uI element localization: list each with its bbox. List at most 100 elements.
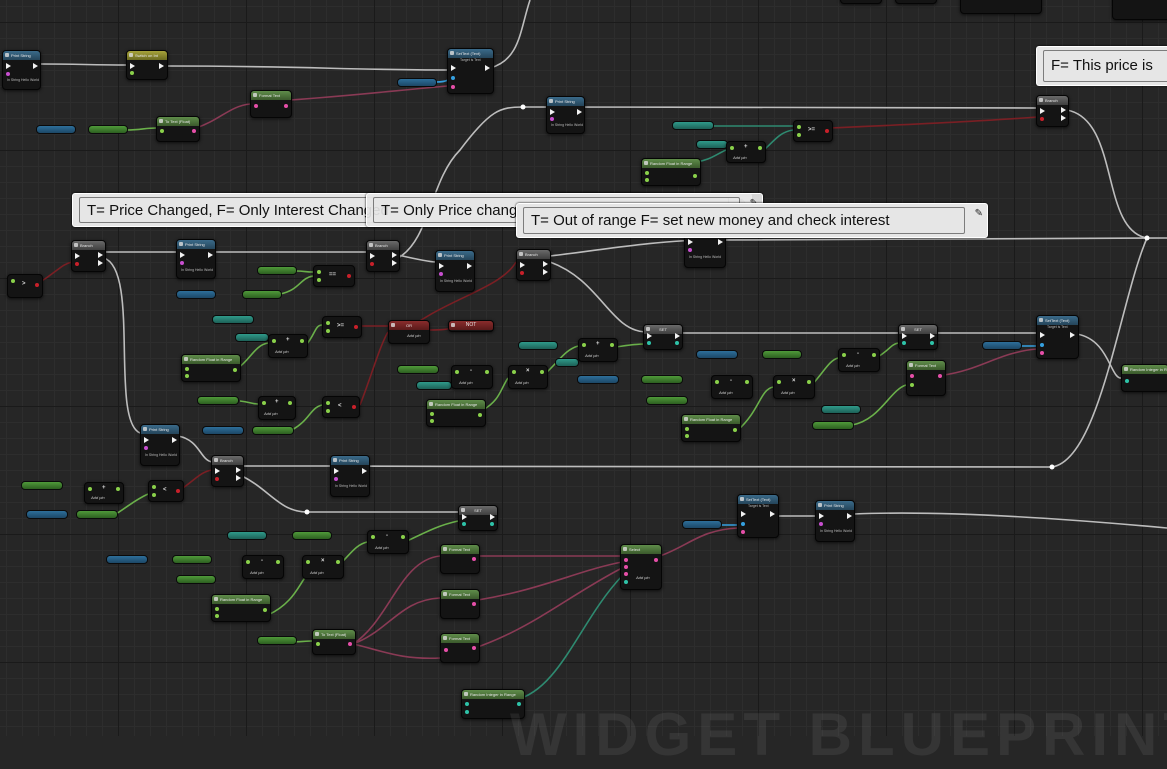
exec-pin[interactable] bbox=[1061, 115, 1066, 121]
variable-get[interactable] bbox=[682, 520, 722, 529]
float-pin[interactable] bbox=[300, 339, 304, 343]
exec-pin[interactable] bbox=[543, 269, 548, 275]
float-pin[interactable] bbox=[11, 279, 15, 283]
float-pin[interactable] bbox=[215, 614, 219, 618]
bool-pin[interactable] bbox=[825, 129, 829, 133]
text-pin[interactable] bbox=[741, 530, 745, 534]
float-pin[interactable] bbox=[797, 125, 801, 129]
float-pin[interactable] bbox=[430, 412, 434, 416]
exec-pin[interactable] bbox=[451, 65, 456, 71]
option-pin[interactable] bbox=[624, 558, 628, 562]
index-pin[interactable] bbox=[624, 580, 628, 584]
text-pin[interactable] bbox=[472, 602, 476, 606]
float-pin[interactable] bbox=[872, 353, 876, 357]
text-pin[interactable] bbox=[1040, 351, 1044, 355]
format-text-node-5[interactable]: Format Text bbox=[440, 633, 480, 663]
float-pin[interactable] bbox=[777, 380, 781, 384]
exec-pin[interactable] bbox=[577, 109, 582, 115]
exec-pin[interactable] bbox=[1070, 332, 1075, 338]
node-offscreen-4[interactable] bbox=[1112, 0, 1167, 20]
float-pin[interactable] bbox=[326, 321, 330, 325]
text-pin[interactable] bbox=[472, 646, 476, 650]
float-pin[interactable] bbox=[455, 370, 459, 374]
text-pin[interactable] bbox=[938, 374, 942, 378]
comment-bubble-this-price[interactable]: F= This price is bbox=[1036, 46, 1167, 86]
exec-pin[interactable] bbox=[520, 262, 525, 268]
exec-pin[interactable] bbox=[392, 260, 397, 266]
variable-get[interactable] bbox=[696, 140, 728, 149]
bool-pin[interactable] bbox=[75, 262, 79, 266]
float-pin[interactable] bbox=[797, 133, 801, 137]
switch-node[interactable]: Switch on Int bbox=[126, 50, 168, 80]
add-pin-label[interactable]: Add pin bbox=[515, 380, 529, 385]
print-string-node-4[interactable]: Print String In String Hello World bbox=[435, 250, 475, 292]
add-pin-label[interactable]: Add pin bbox=[407, 333, 421, 338]
lt-node-2[interactable]: < bbox=[148, 480, 184, 502]
string-pin[interactable] bbox=[688, 248, 692, 252]
float-pin[interactable] bbox=[758, 146, 762, 150]
print-string-node-7[interactable]: Print String In String Hello World bbox=[330, 455, 370, 497]
float-pin[interactable] bbox=[152, 485, 156, 489]
exec-pin[interactable] bbox=[462, 514, 467, 520]
float-pin[interactable] bbox=[745, 380, 749, 384]
float-pin[interactable] bbox=[842, 353, 846, 357]
float-pin[interactable] bbox=[462, 522, 466, 526]
gt-node-1[interactable]: > bbox=[7, 274, 43, 298]
string-pin[interactable] bbox=[550, 117, 554, 121]
float-pin[interactable] bbox=[730, 146, 734, 150]
target-pin[interactable] bbox=[451, 76, 455, 80]
text-pin[interactable] bbox=[444, 648, 448, 652]
add-node[interactable]: + Add pin bbox=[268, 334, 308, 358]
variable-get[interactable] bbox=[227, 531, 267, 540]
add-pin-label[interactable]: Add pin bbox=[264, 411, 278, 416]
add-node[interactable]: + Add pin bbox=[726, 141, 766, 163]
add-pin-label[interactable]: Add pin bbox=[91, 495, 105, 500]
float-pin[interactable] bbox=[288, 401, 292, 405]
exec-pin[interactable] bbox=[334, 468, 339, 474]
variable-get[interactable] bbox=[821, 405, 861, 414]
variable-get[interactable] bbox=[235, 333, 269, 342]
multiply-node-2[interactable]: × Add pin bbox=[773, 375, 815, 399]
multiply-node-1[interactable]: × Add pin bbox=[508, 365, 548, 389]
string-pin[interactable] bbox=[819, 522, 823, 526]
text-pin[interactable] bbox=[284, 104, 288, 108]
exec-pin[interactable] bbox=[490, 514, 495, 520]
text-pin[interactable] bbox=[472, 557, 476, 561]
float-pin[interactable] bbox=[645, 171, 649, 175]
exec-pin[interactable] bbox=[902, 333, 907, 339]
exec-pin[interactable] bbox=[675, 333, 680, 339]
float-pin[interactable] bbox=[185, 374, 189, 378]
add-node[interactable]: + Add pin bbox=[84, 482, 124, 504]
format-text-node-2[interactable]: Format Text bbox=[906, 360, 946, 396]
exec-pin[interactable] bbox=[847, 513, 852, 519]
variable-get[interactable] bbox=[88, 125, 128, 134]
exec-pin[interactable] bbox=[647, 333, 652, 339]
add-pin-label[interactable]: Add pin bbox=[375, 545, 389, 550]
target-pin[interactable] bbox=[1040, 343, 1044, 347]
exec-pin[interactable] bbox=[930, 333, 935, 339]
float-pin[interactable] bbox=[610, 343, 614, 347]
exec-pin[interactable] bbox=[75, 253, 80, 259]
float-pin[interactable] bbox=[276, 560, 280, 564]
set-node-2[interactable]: SET bbox=[898, 324, 938, 350]
variable-get[interactable] bbox=[36, 125, 76, 134]
int-pin[interactable] bbox=[465, 710, 469, 714]
multiply-node-3[interactable]: × Add pin bbox=[302, 555, 344, 579]
float-pin[interactable] bbox=[306, 560, 310, 564]
exec-pin[interactable] bbox=[236, 467, 241, 473]
float-pin[interactable] bbox=[512, 370, 516, 374]
target-pin[interactable] bbox=[741, 522, 745, 526]
bool-pin[interactable] bbox=[176, 489, 180, 493]
add-pin-label[interactable]: Add pin bbox=[636, 575, 650, 580]
text-pin[interactable] bbox=[192, 129, 196, 133]
float-pin[interactable] bbox=[807, 380, 811, 384]
exec-pin[interactable] bbox=[98, 260, 103, 266]
string-pin[interactable] bbox=[180, 261, 184, 265]
string-pin[interactable] bbox=[144, 446, 148, 450]
exec-pin[interactable] bbox=[741, 511, 746, 517]
float-pin[interactable] bbox=[645, 178, 649, 182]
variable-get[interactable] bbox=[555, 358, 579, 367]
text-pin[interactable] bbox=[348, 642, 352, 646]
float-pin[interactable] bbox=[326, 409, 330, 413]
text-pin[interactable] bbox=[910, 374, 914, 378]
